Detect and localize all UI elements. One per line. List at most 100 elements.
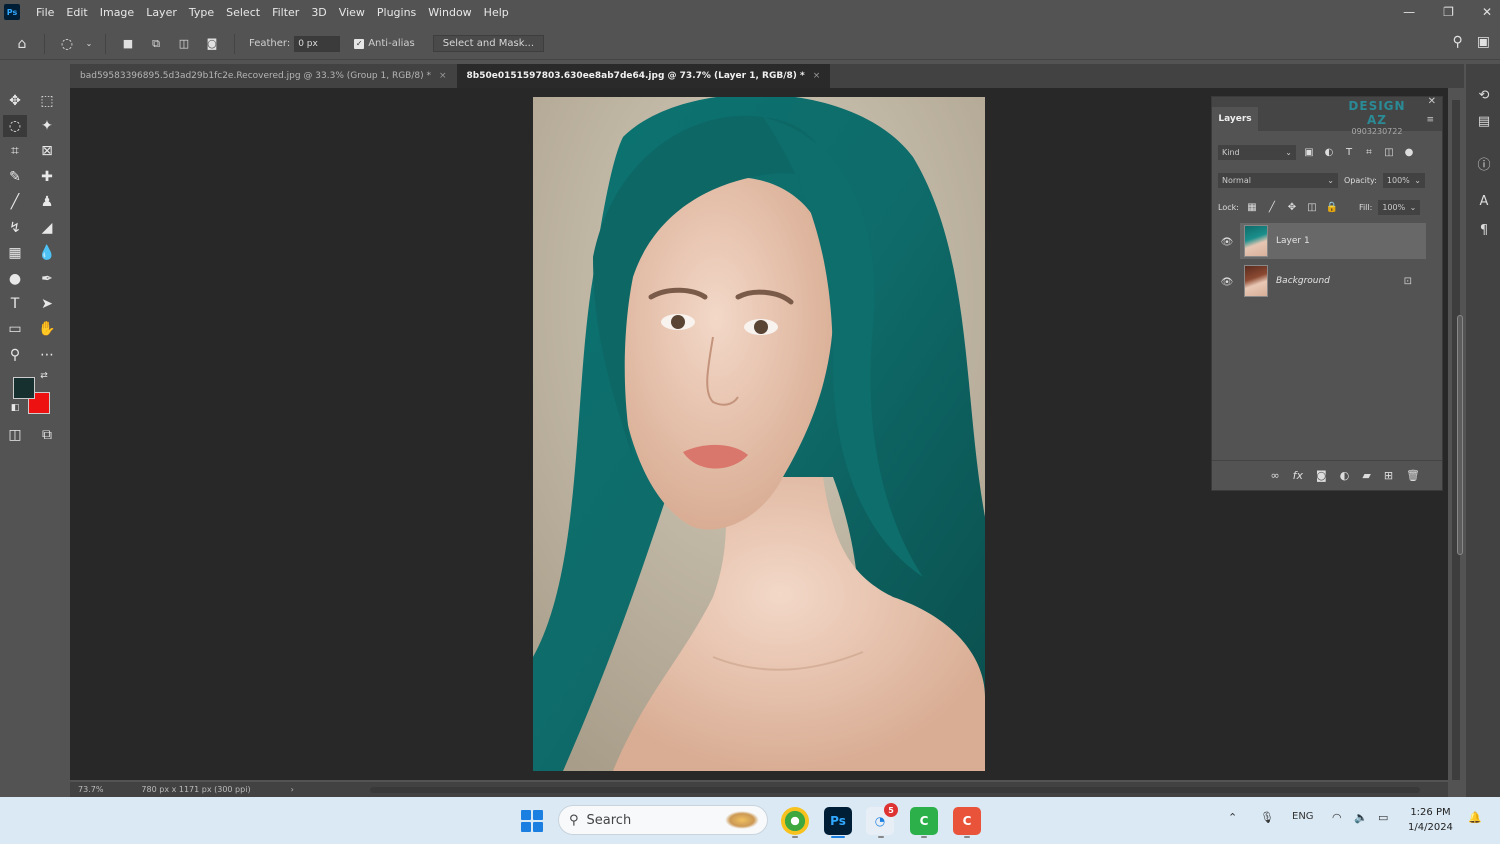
smart-object-filter-icon[interactable]: ◫ — [1382, 145, 1396, 159]
search-icon[interactable]: ⚲ — [1453, 34, 1463, 50]
quick-mask-icon[interactable]: ◫ — [3, 424, 27, 446]
camtasia-orange-icon[interactable]: C — [953, 807, 981, 835]
foreground-color-swatch[interactable] — [13, 377, 35, 399]
intersect-selection-icon[interactable]: ◙ — [202, 34, 222, 54]
type-tool-icon[interactable]: T — [3, 293, 27, 315]
workspace-icon[interactable]: ▣ — [1477, 34, 1490, 50]
trash-icon[interactable]: 🗑 — [1406, 469, 1420, 482]
adjustment-layer-icon[interactable]: ◐ — [1340, 469, 1350, 482]
chrome-like-app-icon[interactable] — [781, 807, 809, 835]
horizontal-scrollbar[interactable] — [370, 787, 1420, 793]
tab-document-2[interactable]: 8b50e0151597803.630ee8ab7de64.jpg @ 73.7… — [456, 64, 831, 88]
anti-alias-checkbox[interactable]: ✓ Anti-alias — [354, 38, 415, 49]
add-selection-icon[interactable]: ⧉ — [146, 34, 166, 54]
restore-button[interactable]: ❐ — [1443, 5, 1454, 19]
feather-input[interactable]: 0 px — [294, 35, 341, 52]
tray-chevron-up-icon[interactable]: ⌃ — [1228, 811, 1237, 824]
chevron-right-icon[interactable]: › — [291, 785, 294, 794]
layer-name[interactable]: Layer 1 — [1276, 236, 1310, 246]
camtasia-green-icon[interactable]: C — [910, 807, 938, 835]
close-icon[interactable]: ✕ — [1428, 96, 1436, 107]
taskbar-clock[interactable]: 1:26 PM 1/4/2024 — [1408, 805, 1453, 835]
opacity-input[interactable]: 100% ⌄ — [1382, 172, 1425, 188]
blur-tool-icon[interactable]: 💧 — [35, 242, 59, 264]
lasso-tool-preset-icon[interactable]: ◌ — [57, 34, 77, 54]
menu-edit[interactable]: Edit — [60, 6, 93, 19]
info-icon[interactable]: ⓘ — [1475, 154, 1493, 173]
lock-artboard-icon[interactable]: ◫ — [1305, 200, 1319, 214]
lasso-tool-icon[interactable]: ◌ — [3, 115, 27, 137]
group-folder-icon[interactable]: ▰ — [1362, 469, 1370, 482]
panel-menu-icon[interactable]: ≡ — [1426, 115, 1434, 125]
layer-row[interactable]: Background ⊡ — [1240, 263, 1426, 299]
pixel-filter-icon[interactable]: ▣ — [1302, 145, 1316, 159]
close-icon[interactable]: × — [439, 71, 447, 81]
eraser-tool-icon[interactable]: ◢ — [35, 217, 59, 239]
menu-select[interactable]: Select — [220, 6, 266, 19]
chevron-down-icon[interactable]: ⌄ — [85, 34, 93, 54]
lock-pixels-icon[interactable]: ╱ — [1265, 200, 1279, 214]
close-button[interactable]: ✕ — [1482, 5, 1492, 19]
visibility-eye-icon[interactable]: 👁 — [1220, 275, 1234, 289]
brush-tool-icon[interactable]: ╱ — [3, 191, 27, 213]
menu-layer[interactable]: Layer — [140, 6, 183, 19]
blend-mode-dropdown[interactable]: Normal ⌄ — [1218, 172, 1338, 188]
scrollbar-thumb[interactable] — [1457, 315, 1463, 555]
zoom-tool-icon[interactable]: ⚲ — [3, 344, 27, 366]
swap-colors-icon[interactable]: ⇄ — [38, 370, 50, 382]
subtract-selection-icon[interactable]: ◫ — [174, 34, 194, 54]
adjustment-filter-icon[interactable]: ◐ — [1322, 145, 1336, 159]
select-and-mask-button[interactable]: Select and Mask... — [432, 35, 545, 52]
new-selection-icon[interactable]: ■ — [118, 34, 138, 54]
layer-style-icon[interactable]: fx — [1293, 469, 1303, 482]
clone-stamp-icon[interactable]: ♟ — [35, 191, 59, 213]
lock-all-icon[interactable]: 🔒 — [1325, 200, 1339, 214]
add-mask-icon[interactable]: ◙ — [1316, 469, 1327, 482]
menu-file[interactable]: File — [30, 6, 60, 19]
volume-icon[interactable]: 🔈 — [1354, 811, 1368, 824]
paragraph-icon[interactable]: ¶ — [1475, 221, 1493, 239]
frame-tool-icon[interactable]: ⊠ — [35, 140, 59, 162]
type-filter-icon[interactable]: T — [1342, 145, 1356, 159]
close-icon[interactable]: × — [813, 71, 821, 81]
taskbar-search[interactable]: ⚲ Search — [558, 805, 768, 835]
layer-name[interactable]: Background — [1276, 276, 1330, 286]
photoshop-taskbar-icon[interactable]: Ps — [824, 807, 852, 835]
microphone-icon[interactable]: 🎙 — [1260, 811, 1274, 824]
rectangle-tool-icon[interactable]: ▭ — [3, 318, 27, 340]
healing-brush-icon[interactable]: ✚ — [35, 166, 59, 188]
eyedropper-icon[interactable]: ✎ — [3, 166, 27, 188]
tab-document-1[interactable]: bad59583396895.5d3ad29b1fc2e.Recovered.j… — [70, 64, 457, 88]
notifications-bell-icon[interactable]: 🔔 — [1468, 811, 1482, 824]
windows-start-icon[interactable] — [521, 810, 543, 832]
menu-3d[interactable]: 3D — [305, 6, 332, 19]
vertical-scrollbar[interactable] — [1452, 100, 1463, 780]
language-indicator[interactable]: ENG — [1292, 811, 1314, 822]
lock-position-icon[interactable]: ✥ — [1285, 200, 1299, 214]
layer-row[interactable]: Layer 1 — [1240, 223, 1426, 259]
history-brush-icon[interactable]: ↯ — [3, 217, 27, 239]
dodge-tool-icon[interactable]: ● — [3, 268, 27, 290]
battery-icon[interactable]: ▭ — [1378, 811, 1388, 824]
lock-transparency-icon[interactable]: ▦ — [1245, 200, 1259, 214]
menu-window[interactable]: Window — [422, 6, 477, 19]
document-info[interactable]: 780 px x 1171 px (300 ppi) — [141, 785, 250, 794]
move-tool-icon[interactable]: ✥ — [3, 90, 27, 112]
marquee-tool-icon[interactable]: ⬚ — [35, 90, 59, 112]
shape-filter-icon[interactable]: ⌗ — [1362, 145, 1376, 159]
fill-input[interactable]: 100% ⌄ — [1378, 199, 1421, 215]
menu-view[interactable]: View — [333, 6, 371, 19]
new-layer-icon[interactable]: ⊞ — [1384, 469, 1393, 482]
character-icon[interactable]: A — [1475, 192, 1493, 210]
zoom-readout[interactable]: 73.7% — [78, 785, 103, 794]
history-icon[interactable]: ⟲ — [1475, 86, 1493, 104]
screen-mode-icon[interactable]: ⧉ — [35, 424, 59, 446]
wifi-icon[interactable]: ◠ — [1332, 811, 1342, 824]
minimize-button[interactable]: — — [1403, 5, 1415, 19]
path-selection-icon[interactable]: ➤ — [35, 293, 59, 315]
kind-filter-dropdown[interactable]: Kind ⌄ — [1218, 144, 1296, 160]
crop-tool-icon[interactable]: ⌗ — [3, 140, 27, 162]
document-photo[interactable] — [533, 97, 985, 771]
menu-filter[interactable]: Filter — [266, 6, 305, 19]
default-colors-icon[interactable]: ◧ — [9, 402, 21, 414]
